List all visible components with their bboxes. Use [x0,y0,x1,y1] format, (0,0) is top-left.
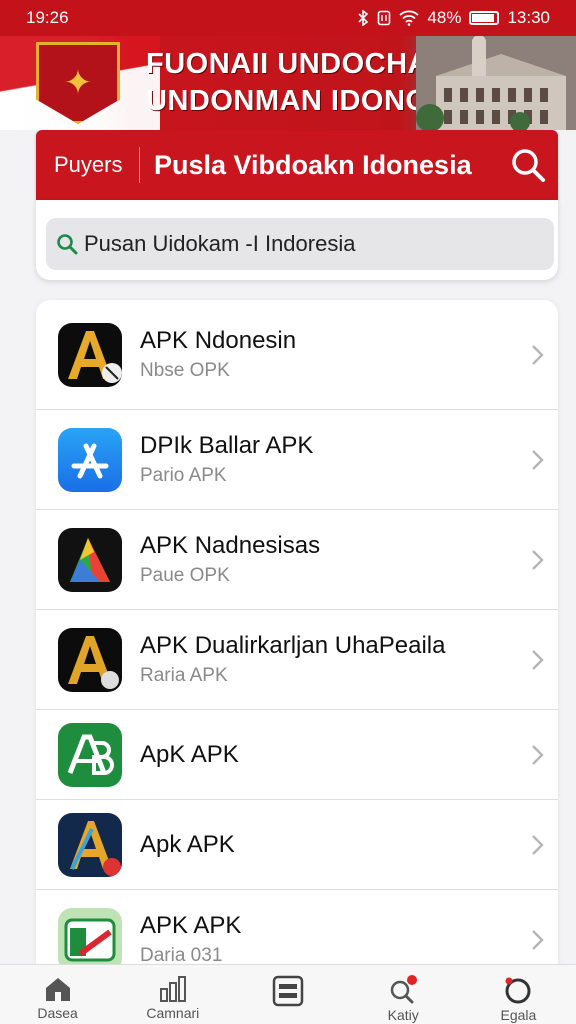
app-subtitle: Daria 031 [140,945,223,964]
nav-label: Dasea [37,1005,78,1021]
menu-icon [272,975,304,1007]
chevron-right-icon [532,834,544,855]
battery-icon [469,11,500,25]
search-badge-icon [390,975,418,1004]
app-subtitle: Paue OPK [140,564,230,586]
list-item[interactable]: APK Dualirkarljan UhaPeaila Raria APK [36,610,558,710]
app-icon-apk-dualirkarljan [58,627,122,692]
bottom-nav: Dasea Camnari Katiy Egala [0,964,576,1024]
nav-item-profile[interactable]: Egala [461,965,576,1024]
nav-item-stats[interactable]: Camnari [115,965,230,1024]
chevron-right-icon [532,344,544,365]
search-icon [57,234,78,255]
nav-item-menu[interactable] [230,965,345,1024]
nav-item-home[interactable]: Dasea [0,965,115,1024]
list-item[interactable]: APK Ndonesin Nbse OPK [36,300,558,410]
app-list: APK Ndonesin Nbse OPK DPIk Ballar APK Pa… [36,300,558,964]
hero-banner: ✦ FUONAII UNDOCHAN UNDONMAN IDONOSMI [0,36,576,130]
app-icon-apk-green [58,722,122,787]
wifi-icon [399,10,420,26]
status-bar: 19:26 48% 13:30 [0,0,576,36]
battery-percent: 48% [427,8,462,27]
header-search-button[interactable] [498,135,558,195]
chevron-right-icon [532,930,544,950]
chart-icon [159,976,186,1002]
nav-label: Egala [500,1007,537,1023]
list-item[interactable]: ApK APK [36,710,558,800]
chevron-right-icon [532,449,544,470]
app-icon-apk-nadnesisas [58,527,122,592]
app-title: APK Dualirkarljan UhaPeaila [140,631,446,659]
status-time: 19:26 [26,8,69,27]
app-icon-apk-navy [58,812,122,877]
app-title: APK Nadnesisas [140,531,321,559]
chevron-right-icon [532,649,544,670]
list-item[interactable]: APK APK Daria 031 [36,890,558,964]
list-item[interactable]: APK Nadnesisas Paue OPK [36,510,558,610]
header-left-label[interactable]: Puyers [36,147,140,183]
search-input[interactable]: Pusan Uidokam -I Indoresia [46,218,554,270]
app-icon-apk-light-green [58,908,122,964]
app-title: DPIk Ballar APK [140,431,314,459]
building-illustration [416,36,576,130]
header-title: Pusla Vibdoakn Idonesia [154,149,472,180]
app-title: APK APK [140,912,242,939]
app-title: Apk APK [140,830,235,858]
app-icon-apk-ndonesin [58,322,122,387]
app-subtitle: Pario APK [140,464,227,486]
bluetooth-icon [358,10,369,26]
chevron-right-icon [532,744,544,765]
nav-label: Camnari [146,1005,200,1021]
nav-item-activity[interactable]: Katiy [346,965,461,1024]
app-subtitle: Raria APK [140,664,228,686]
search-icon [512,149,545,182]
list-item[interactable]: DPIk Ballar APK Pario APK [36,410,558,510]
search-card: Pusan Uidokam -I Indoresia [36,200,558,280]
home-icon [45,978,70,1001]
list-item[interactable]: Apk APK [36,800,558,890]
search-input-value: Pusan Uidokam -I Indoresia [84,231,356,256]
app-title: ApK APK [140,740,239,768]
app-icon-appstore [58,427,122,492]
nav-label: Katiy [387,1007,419,1023]
app-title: APK Ndonesin [140,326,297,354]
app-subtitle: Nbse OPK [140,359,230,381]
app-header: Puyers Pusla Vibdoakn Idonesia [36,130,558,200]
nfc-icon [378,10,391,26]
chevron-right-icon [532,549,544,570]
status-clock-right: 13:30 [507,8,550,27]
profile-ring-icon [505,977,531,1004]
